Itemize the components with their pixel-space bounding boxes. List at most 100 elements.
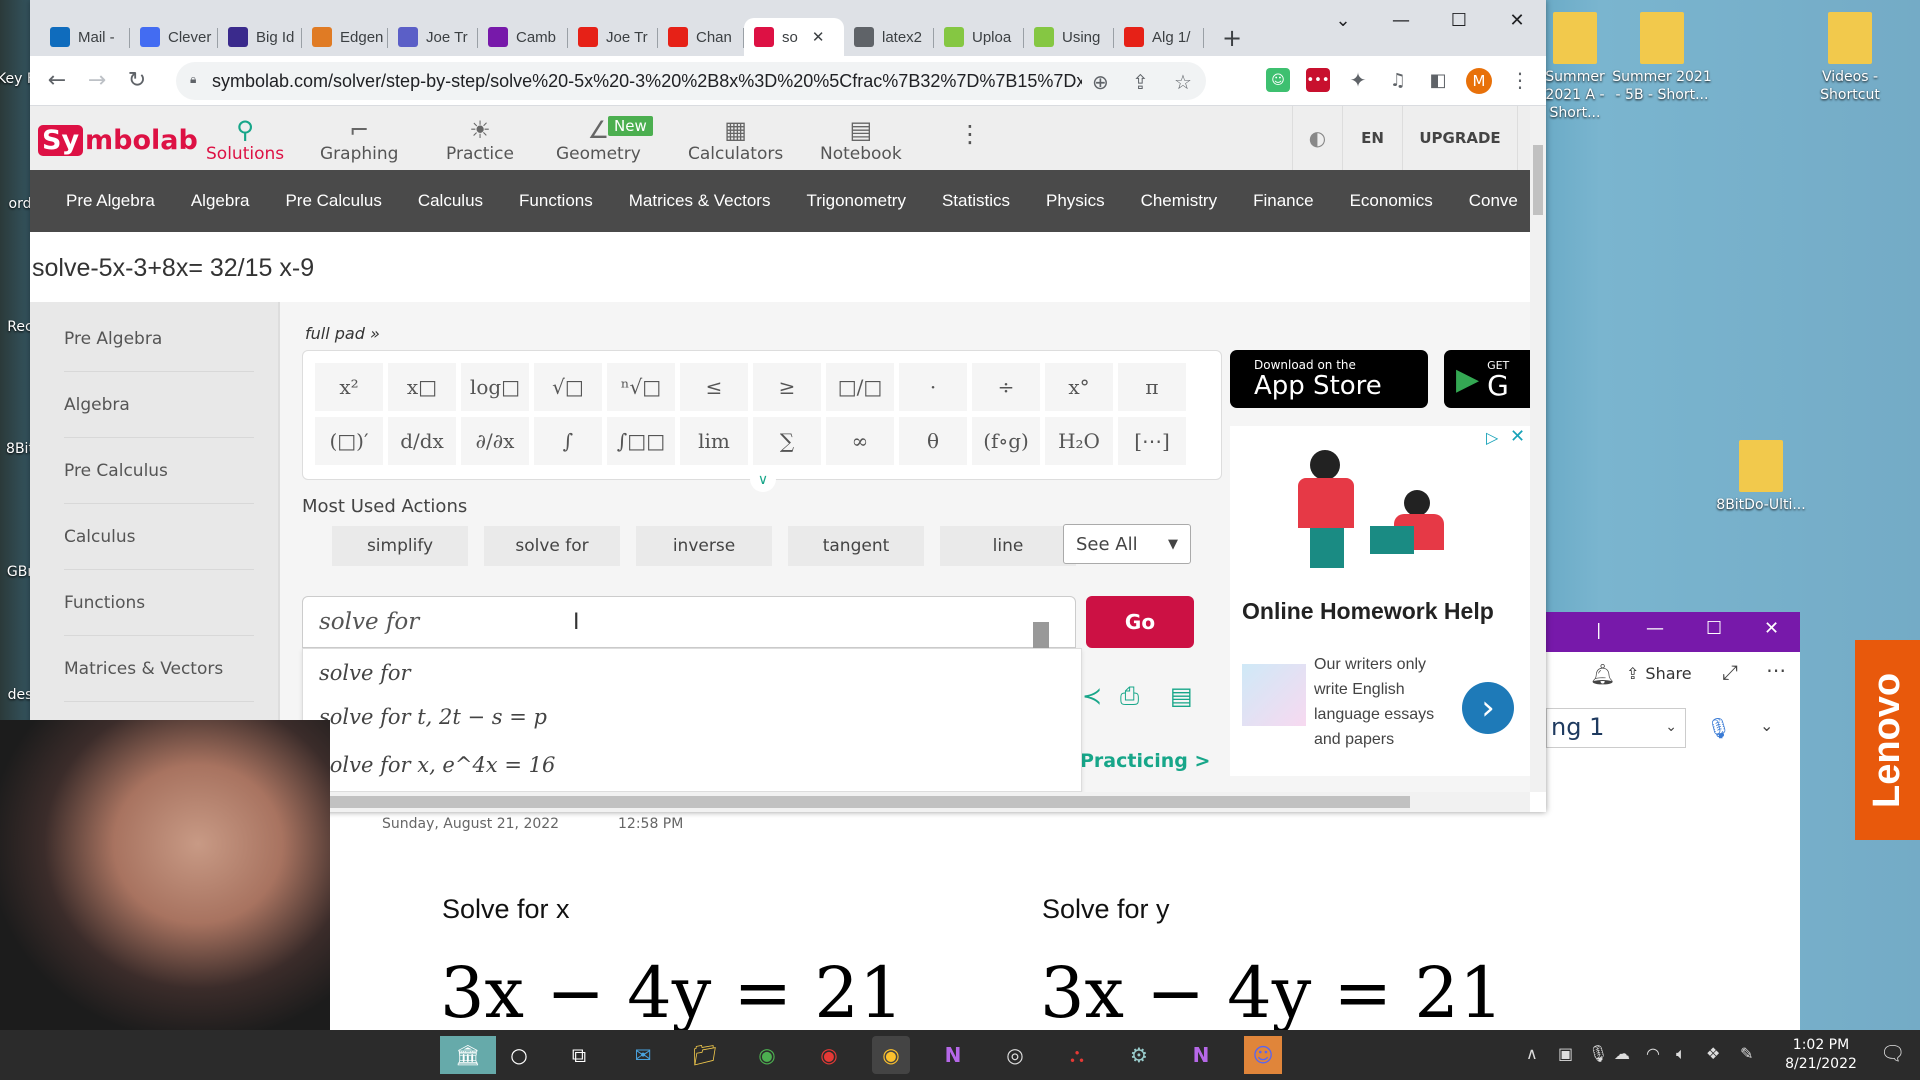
reload-button[interactable]: ↻ <box>124 68 150 94</box>
category-item[interactable]: Pre Algebra <box>48 191 173 211</box>
browser-tab[interactable]: latex2 <box>844 18 934 56</box>
action-line[interactable]: line <box>940 526 1076 566</box>
pdf-icon[interactable]: ▤ <box>1170 682 1193 710</box>
see-all-dropdown[interactable]: See All ▼ <box>1063 524 1191 564</box>
search-widget-icon[interactable]: 🏛︎ <box>440 1036 496 1074</box>
share-icon[interactable]: ⇪ <box>1132 70 1149 95</box>
category-item[interactable]: Matrices & Vectors <box>611 191 789 211</box>
category-item[interactable]: Chemistry <box>1123 191 1236 211</box>
action-tangent[interactable]: tangent <box>788 526 924 566</box>
forward-button[interactable]: → <box>84 68 110 94</box>
topnav-geometry[interactable]: ∠ Geometry New <box>556 112 653 170</box>
browser-tab[interactable]: Big Id <box>218 18 302 56</box>
profile-avatar[interactable]: M <box>1466 68 1492 94</box>
close-button[interactable]: ✕ <box>1488 0 1546 40</box>
keypad-key[interactable]: d/dx <box>388 417 456 465</box>
maximize-button[interactable]: ☐ <box>1706 618 1722 639</box>
keypad-collapse-toggle[interactable]: ∨ <box>750 472 776 492</box>
practicing-link[interactable]: Practicing > <box>1080 750 1210 772</box>
keypad-key[interactable]: ÷ <box>972 363 1040 411</box>
more-menu-icon[interactable]: ⋮ <box>958 120 982 148</box>
topnav-notebook[interactable]: ▤ Notebook <box>820 112 902 170</box>
keypad-key[interactable]: ≥ <box>753 363 821 411</box>
browser-tab[interactable]: Clever <box>130 18 218 56</box>
theme-toggle[interactable]: ◐ <box>1292 106 1342 170</box>
mail-icon[interactable]: ✉ <box>624 1036 662 1074</box>
browser-tab[interactable]: Alg 1/ <box>1114 18 1204 56</box>
desktop-icon-8bitdo[interactable]: 8BitDo-Ulti... <box>1706 440 1816 514</box>
category-item[interactable]: Conve <box>1451 191 1530 211</box>
category-item[interactable]: Calculus <box>400 191 501 211</box>
keypad-key[interactable]: ∫ <box>534 417 602 465</box>
input-scrollbar[interactable] <box>1033 622 1049 648</box>
keypad-key[interactable]: ∫□□ <box>607 417 675 465</box>
notifications-icon[interactable]: 🗨︎ <box>1880 1041 1905 1065</box>
keypad-key[interactable]: ∑ <box>753 417 821 465</box>
browser-tab[interactable]: Joe Tr <box>568 18 658 56</box>
more-options-icon[interactable]: ⋯ <box>1766 658 1786 682</box>
topnav-calculators[interactable]: ▦ Calculators <box>688 112 783 170</box>
search-input[interactable]: solve for <box>302 596 1076 648</box>
style-dropdown[interactable]: ng 1 ⌄ <box>1546 708 1686 748</box>
suggestion-item[interactable]: solve for x, e^4x = 16 <box>319 753 555 777</box>
acrobat-icon[interactable]: ⛬ <box>1058 1036 1096 1074</box>
browser-tab[interactable]: Mail - <box>40 18 130 56</box>
dictate-icon[interactable]: 🎙︎ <box>1706 716 1731 740</box>
chrome-active-icon[interactable]: ◉ <box>872 1036 910 1074</box>
browser-tab[interactable]: Edgen <box>302 18 388 56</box>
keypad-key[interactable]: lim <box>680 417 748 465</box>
close-ad-icon[interactable]: ✕ <box>1510 426 1525 447</box>
action-solve-for[interactable]: solve for <box>484 526 620 566</box>
discord-icon[interactable]: ☺ <box>1244 1036 1282 1074</box>
keypad-key[interactable]: x° <box>1045 363 1113 411</box>
close-button[interactable]: ✕ <box>1764 618 1779 639</box>
keypad-key[interactable]: π <box>1118 363 1186 411</box>
print-icon[interactable]: ⎙ <box>1120 682 1139 710</box>
onedrive-icon[interactable]: ☁ <box>1614 1044 1630 1063</box>
steam-icon[interactable]: ⚙ <box>1120 1036 1158 1074</box>
new-tab-button[interactable]: + <box>1222 24 1242 52</box>
browser-tab[interactable]: Uploa <box>934 18 1024 56</box>
tray-overflow-icon[interactable]: ∧ <box>1526 1044 1538 1063</box>
keypad-key[interactable]: · <box>899 363 967 411</box>
keypad-key[interactable]: (f∘g) <box>972 417 1040 465</box>
adchoices-icon[interactable]: ▷ <box>1486 428 1498 447</box>
go-button[interactable]: Go <box>1086 596 1194 648</box>
category-item[interactable]: Economics <box>1332 191 1451 211</box>
topnav-practice[interactable]: ☀ Practice <box>446 112 514 170</box>
desktop-icon-videos[interactable]: Videos - Shortcut <box>1800 12 1900 104</box>
symbolab-logo[interactable]: Sy mbolab <box>38 120 198 160</box>
side-panel-icon[interactable]: ◧ <box>1426 68 1450 92</box>
maximize-button[interactable]: ☐ <box>1430 0 1488 40</box>
category-item[interactable]: Pre Calculus <box>267 191 399 211</box>
minimize-button[interactable]: — <box>1646 618 1664 639</box>
browser-tab[interactable]: Using <box>1024 18 1114 56</box>
sidebar-item[interactable]: Algebra <box>64 372 254 438</box>
browser-tab[interactable]: Chan <box>658 18 744 56</box>
microphone-icon[interactable]: 🎙︎ <box>1588 1044 1608 1063</box>
keypad-key[interactable]: ∞ <box>826 417 894 465</box>
keypad-key[interactable]: ≤ <box>680 363 748 411</box>
browser-tab[interactable]: Camb <box>478 18 568 56</box>
keypad-key[interactable]: [⋯] <box>1118 417 1186 465</box>
chrome-profile-icon[interactable]: ◉ <box>810 1036 848 1074</box>
volume-icon[interactable]: 🔈︎ <box>1676 1044 1686 1064</box>
expand-icon[interactable]: ⤢ <box>1722 660 1738 684</box>
sidebar-item[interactable]: Calculus <box>64 504 254 570</box>
dropbox-icon[interactable]: ❖ <box>1706 1044 1720 1063</box>
bookmark-star-icon[interactable]: ☆ <box>1174 70 1192 95</box>
vertical-scroll-thumb[interactable] <box>1533 145 1543 215</box>
full-pad-link[interactable]: full pad » <box>305 324 380 343</box>
topnav-solutions[interactable]: ⚲ Solutions <box>206 112 284 170</box>
sidebar-item[interactable]: Pre Calculus <box>64 438 254 504</box>
minimize-button[interactable]: — <box>1372 0 1430 40</box>
suggestion-item[interactable]: solve for t, 2t − s = p <box>319 705 547 729</box>
camera-icon[interactable]: ▣ <box>1558 1044 1573 1063</box>
wifi-icon[interactable]: ◠ <box>1646 1044 1660 1063</box>
category-item[interactable]: Functions <box>501 191 611 211</box>
chevron-down-icon[interactable]: ⌄ <box>1760 716 1773 735</box>
zoom-icon[interactable]: ⊕ <box>1092 70 1109 95</box>
category-item[interactable]: Finance <box>1235 191 1331 211</box>
ad-banner[interactable]: ▷ ✕ Online Homework Help Our writers onl… <box>1230 426 1530 776</box>
keypad-key[interactable]: (□)′ <box>315 417 383 465</box>
